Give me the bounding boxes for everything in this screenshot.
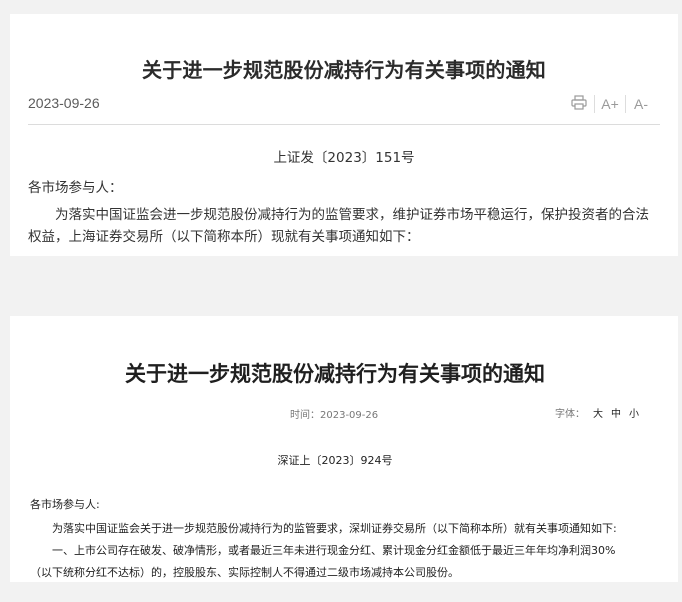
body-paragraph: 为落实中国证监会关于进一步规范股份减持行为的监管要求，深圳证券交易所（以下简称本…	[52, 522, 617, 535]
body-paragraph: 为落实中国证监会进一步规范股份减持行为的监管要求，维护证券市场平稳运行，保护投资…	[28, 207, 649, 245]
document-number: 深证上〔2023〕924号	[277, 454, 393, 467]
increase-font-button[interactable]: A+	[595, 93, 625, 115]
font-size-medium-button[interactable]: 中	[611, 405, 621, 420]
font-size-small-button[interactable]: 小	[629, 405, 639, 420]
time-label: 时间：	[290, 410, 320, 421]
notice-title: 关于进一步规范股份减持行为有关事项的通知	[125, 362, 545, 386]
article-toolbar: A+ A-	[564, 92, 656, 116]
print-icon	[571, 95, 587, 113]
publish-date: 2023-09-26	[28, 95, 100, 111]
salutation: 各市场参与人:	[30, 498, 100, 511]
print-button[interactable]	[564, 93, 594, 115]
notice-title: 关于进一步规范股份减持行为有关事项的通知	[142, 58, 546, 82]
time-value: 2023-09-26	[320, 410, 379, 421]
font-size-label: 字体：	[555, 409, 585, 420]
font-size-selector: 字体： 大 中 小	[555, 405, 639, 420]
notice-card-szse: 关于进一步规范股份减持行为有关事项的通知 时间：2023-09-26 字体： 大…	[10, 316, 678, 582]
header-divider	[28, 124, 660, 125]
document-number: 上证发〔2023〕151号	[273, 150, 415, 166]
decrease-font-button[interactable]: A-	[626, 93, 656, 115]
salutation: 各市场参与人：	[28, 180, 123, 196]
font-size-large-button[interactable]: 大	[593, 405, 603, 420]
notice-card-sse: 关于进一步规范股份减持行为有关事项的通知 2023-09-26 A+ A- 上证…	[10, 14, 678, 256]
body-paragraph: 一、上市公司存在破发、破净情形，或者最近三年未进行现金分红、累计现金分红金额低于…	[30, 544, 616, 579]
publish-time: 时间：2023-09-26	[290, 406, 378, 421]
